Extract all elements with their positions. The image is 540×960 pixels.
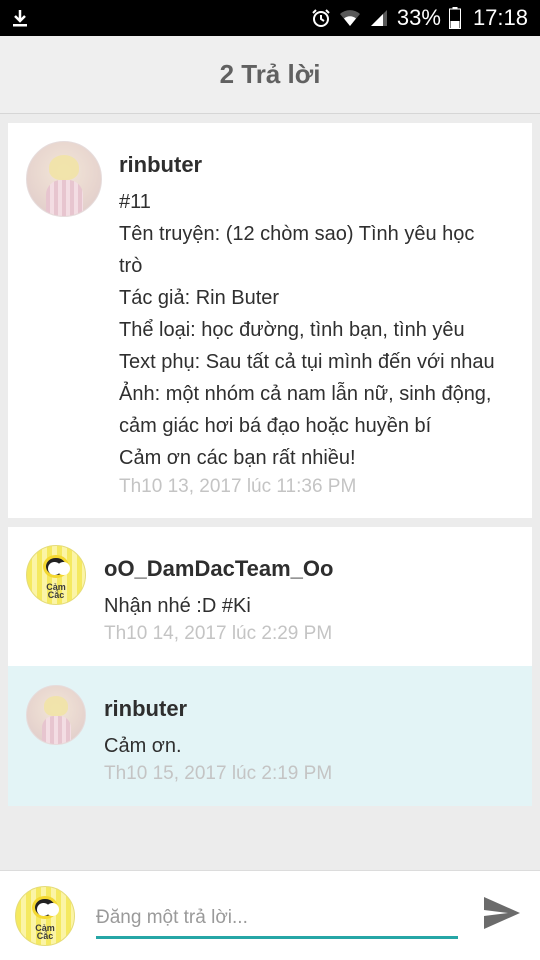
reply-text: Cảm ơn. [104, 735, 182, 757]
topic-line: trò [119, 255, 143, 277]
wifi-icon [339, 8, 361, 28]
battery-percentage: 33% [396, 5, 441, 30]
timestamp: Th10 15, 2017 lúc 2:19 PM [104, 763, 333, 784]
topic-line: cảm giác hơi bá đạo hoặc huyền bí [119, 415, 432, 437]
topic-line: Thể loại: học đường, tình bạn, tình yêu [119, 319, 465, 341]
author-name[interactable]: rinbuter [119, 152, 202, 178]
avatar[interactable] [26, 685, 86, 745]
avatar[interactable] [26, 141, 102, 217]
download-icon [10, 8, 30, 28]
author-name[interactable]: rinbuter [104, 696, 187, 722]
topic-line: Text phụ: Sau tất cả tụi mình đến với nh… [119, 351, 495, 373]
topic-line: Ảnh: một nhóm cả nam lẫn nữ, sinh động, [119, 383, 492, 405]
signal-icon [369, 8, 389, 28]
topic-body: #11 Tên truyện: (12 chòm sao) Tình yêu h… [119, 186, 495, 474]
author-name[interactable]: oO_DamDacTeam_Oo [104, 556, 333, 582]
page-title: 2 Trả lời [219, 59, 321, 89]
reply-input[interactable] [96, 899, 458, 939]
reply-list: Cảm Cắc oO_DamDacTeam_Oo Nhận nhé :D #Ki… [8, 527, 532, 806]
reply-text: Nhận nhé :D #Ki [104, 595, 251, 617]
timestamp: Th10 13, 2017 lúc 11:36 PM [119, 476, 357, 497]
alarm-icon [311, 8, 331, 28]
send-icon [482, 895, 522, 936]
topic-line: Tác giả: Rin Buter [119, 287, 280, 309]
topic-line: Tên truyện: (12 chòm sao) Tình yêu học [119, 223, 475, 245]
send-button[interactable] [480, 893, 524, 937]
battery-icon [448, 7, 461, 29]
status-bar: 33% 17:18 [0, 0, 540, 36]
clock: 17:18 [472, 5, 528, 30]
topic-card: rinbuter #11 Tên truyện: (12 chòm sao) T… [8, 123, 532, 518]
reply-composer: Cảm Cắc [0, 870, 540, 960]
avatar[interactable]: Cảm Cắc [26, 545, 86, 605]
list-item: rinbuter Cảm ơn. Th10 15, 2017 lúc 2:19 … [8, 666, 532, 806]
topic-line: Cảm ơn các bạn rất nhiều! [119, 447, 356, 469]
header: 2 Trả lời [0, 36, 540, 114]
list-item: Cảm Cắc oO_DamDacTeam_Oo Nhận nhé :D #Ki… [8, 527, 532, 666]
timestamp: Th10 14, 2017 lúc 2:29 PM [104, 623, 333, 644]
topic-line: #11 [119, 191, 151, 213]
avatar: Cảm Cắc [15, 886, 75, 946]
